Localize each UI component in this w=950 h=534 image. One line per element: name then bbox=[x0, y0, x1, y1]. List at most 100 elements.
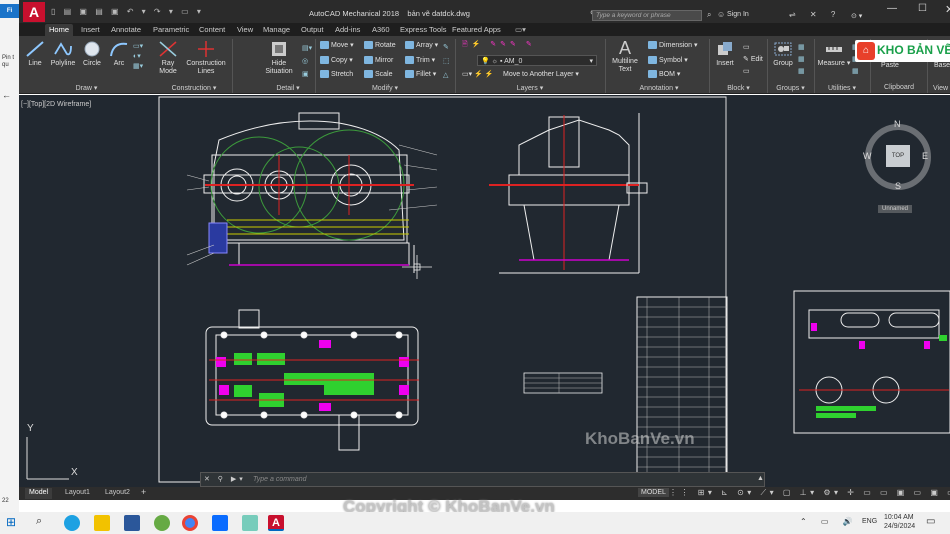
compass-west[interactable]: W bbox=[863, 151, 872, 161]
chrome-icon[interactable] bbox=[182, 515, 198, 531]
block-edit-button[interactable]: ▭ ✎ Edit ▭ bbox=[743, 42, 763, 78]
tab-a360[interactable]: A360 bbox=[368, 24, 394, 36]
modify-panel-label[interactable]: Modify ▾ bbox=[315, 84, 455, 92]
start-button[interactable]: ⊞ bbox=[6, 515, 22, 531]
model-space-button[interactable]: MODEL bbox=[638, 488, 669, 497]
minimize-button[interactable]: — bbox=[887, 3, 897, 14]
polyline-button[interactable]: Polyline bbox=[47, 40, 79, 68]
dimension-button[interactable]: Dimension ▾ bbox=[648, 41, 698, 50]
detail-small-tools[interactable]: ▤▾ ◎ ▣ bbox=[302, 42, 312, 81]
insert-block-button[interactable]: Insert bbox=[713, 40, 737, 68]
circle-button[interactable]: Circle bbox=[79, 40, 105, 68]
groups-panel-label[interactable]: Groups ▾ bbox=[768, 84, 813, 92]
help-icon[interactable]: ⊙ ▾ bbox=[851, 12, 862, 20]
line-button[interactable]: Line bbox=[22, 40, 48, 68]
autocad-taskbar-icon[interactable]: A bbox=[268, 515, 284, 531]
tab-insert[interactable]: Insert bbox=[77, 24, 104, 36]
tab-express-tools[interactable]: Express Tools bbox=[396, 24, 451, 36]
draw-small-tools[interactable]: ▭▾ ◐▾ ▦▾ bbox=[133, 42, 143, 72]
compass-east[interactable]: E bbox=[922, 151, 928, 161]
maximize-button[interactable]: ☐ bbox=[918, 3, 927, 14]
array-button[interactable]: Array ▾ bbox=[405, 41, 438, 50]
layer-properties-icon[interactable]: ▭▾ ⚡ ⚡ bbox=[462, 70, 493, 78]
construction-panel-label[interactable]: Construction ▾ bbox=[159, 84, 229, 92]
tab-output[interactable]: Output bbox=[297, 24, 328, 36]
clipboard-panel-label[interactable]: Clipboard bbox=[871, 84, 927, 91]
app-menu-button[interactable]: A bbox=[23, 2, 45, 22]
base-view-button[interactable]: Base bbox=[929, 62, 950, 70]
close-button[interactable]: ✕ bbox=[945, 3, 950, 16]
layer-tools-row1[interactable]: 🗎⚡ ✎✎✎ ✎ bbox=[462, 40, 536, 51]
hide-situation-button[interactable]: Hide Situation bbox=[262, 40, 296, 76]
groups-small-tools[interactable]: ▦ ▦ ▦ bbox=[798, 42, 805, 78]
search-input[interactable]: Type a keyword or phrase bbox=[592, 10, 702, 21]
tab-parametric[interactable]: Parametric bbox=[149, 24, 193, 36]
symbol-button[interactable]: Symbol ▾ bbox=[648, 56, 688, 65]
group-button[interactable]: Group bbox=[770, 40, 796, 68]
search-icon[interactable]: ⌕ bbox=[707, 10, 711, 20]
paint-icon[interactable] bbox=[242, 515, 258, 531]
utilities-panel-label[interactable]: Utilities ▾ bbox=[815, 84, 869, 92]
bom-button[interactable]: BOM ▾ bbox=[648, 70, 680, 79]
detail-panel-label[interactable]: Detail ▾ bbox=[262, 84, 314, 92]
stretch-button[interactable]: Stretch bbox=[320, 70, 353, 78]
language-indicator[interactable]: ENG bbox=[862, 518, 877, 525]
sign-in-button[interactable]: Sign In bbox=[727, 11, 749, 18]
scale-button[interactable]: Scale bbox=[364, 70, 393, 78]
multiline-text-button[interactable]: A Multiline Text bbox=[609, 38, 641, 74]
trim-button[interactable]: Trim ▾ bbox=[405, 56, 435, 65]
tab-content[interactable]: Content bbox=[195, 24, 229, 36]
ray-mode-button[interactable]: Ray Mode bbox=[155, 40, 181, 76]
status-toggles[interactable]: ⋮⋮ ⊞▾ ⊾ ⊙▾ ⟋▾ ▢ ⊥▾ ⚙▾ ✛ ▭ ▭ ▣ ▭ ▣ ▭ ☰ bbox=[669, 488, 950, 498]
layout-tab-layout1[interactable]: Layout1 bbox=[61, 488, 94, 499]
add-layout-button[interactable]: + bbox=[141, 487, 146, 497]
app-icon[interactable] bbox=[154, 515, 170, 531]
measure-button[interactable]: Measure ▾ bbox=[817, 40, 851, 68]
tab-view[interactable]: View bbox=[233, 24, 257, 36]
layers-panel-label[interactable]: Layers ▾ bbox=[455, 84, 605, 92]
file-explorer-icon[interactable] bbox=[94, 515, 110, 531]
command-icons[interactable]: ✕ ⚲ ▶▾ bbox=[204, 475, 246, 483]
annotation-panel-label[interactable]: Annotation ▾ bbox=[609, 84, 709, 92]
clock-date[interactable]: 24/9/2024 bbox=[884, 523, 915, 530]
construction-lines-button[interactable]: Construction Lines bbox=[183, 40, 229, 76]
tab-manage[interactable]: Manage bbox=[259, 24, 294, 36]
tray-icons[interactable]: ⌃ ▭ 🔊 bbox=[800, 517, 859, 526]
navigation-bar[interactable] bbox=[930, 235, 940, 395]
rotate-button[interactable]: Rotate bbox=[364, 41, 396, 49]
compass-north[interactable]: N bbox=[894, 119, 901, 129]
mirror-button[interactable]: Mirror bbox=[364, 56, 393, 64]
arc-button[interactable]: Arc bbox=[107, 40, 131, 68]
paste-button[interactable]: Paste bbox=[877, 62, 903, 70]
command-line[interactable]: ✕ ⚲ ▶▾ Type a command ▲ bbox=[200, 472, 765, 487]
ucs-dropdown[interactable]: Unnamed bbox=[878, 205, 912, 213]
tab-featured-apps[interactable]: Featured Apps bbox=[448, 24, 505, 36]
title-icons[interactable]: ⇌ ✕ ? bbox=[789, 10, 841, 19]
edge-icon[interactable] bbox=[64, 515, 80, 531]
ribbon-toggle-icon[interactable]: ▭▾ bbox=[511, 24, 530, 36]
tab-home[interactable]: Home bbox=[45, 24, 74, 36]
tab-annotate[interactable]: Annotate bbox=[107, 24, 145, 36]
zalo-icon[interactable] bbox=[212, 515, 228, 531]
compass-south[interactable]: S bbox=[895, 181, 901, 191]
clock-time[interactable]: 10:04 AM bbox=[884, 514, 914, 521]
tab-add-ins[interactable]: Add-ins bbox=[331, 24, 364, 36]
draw-panel-label[interactable]: Draw ▾ bbox=[19, 84, 154, 92]
layer-dropdown[interactable]: 💡 ☼ ▪ AM_0 ▾ bbox=[477, 55, 597, 66]
block-panel-label[interactable]: Block ▾ bbox=[711, 84, 766, 92]
layout-tab-model[interactable]: Model bbox=[25, 488, 53, 499]
command-expand-icon[interactable]: ▲ bbox=[757, 475, 764, 482]
move-button[interactable]: Move ▾ bbox=[320, 41, 354, 50]
copy-button[interactable]: Copy ▾ bbox=[320, 56, 353, 65]
fillet-button[interactable]: Fillet ▾ bbox=[405, 70, 436, 79]
drawing-canvas[interactable]: [−][Top][2D Wireframe] Y X TOP N S E W U… bbox=[19, 95, 950, 487]
search-taskbar-icon[interactable]: ⌕ bbox=[36, 515, 52, 531]
view-panel-label[interactable]: View ▾▾ bbox=[925, 84, 950, 92]
move-to-layer-button[interactable]: Move to Another Layer ▾ bbox=[503, 70, 579, 78]
word-icon[interactable] bbox=[124, 515, 140, 531]
notification-icon[interactable]: ▭ bbox=[926, 516, 935, 527]
quick-access-toolbar[interactable]: ▯ ▤ ▣ ▤ ▣ ↶ ▾ ↷ ▾ ▭ ▾ bbox=[51, 7, 204, 16]
back-arrow-icon[interactable]: ← bbox=[2, 90, 11, 100]
modify-extra-tools[interactable]: ✎ ⬚ △ bbox=[443, 41, 450, 83]
command-input[interactable]: Type a command bbox=[253, 476, 307, 483]
